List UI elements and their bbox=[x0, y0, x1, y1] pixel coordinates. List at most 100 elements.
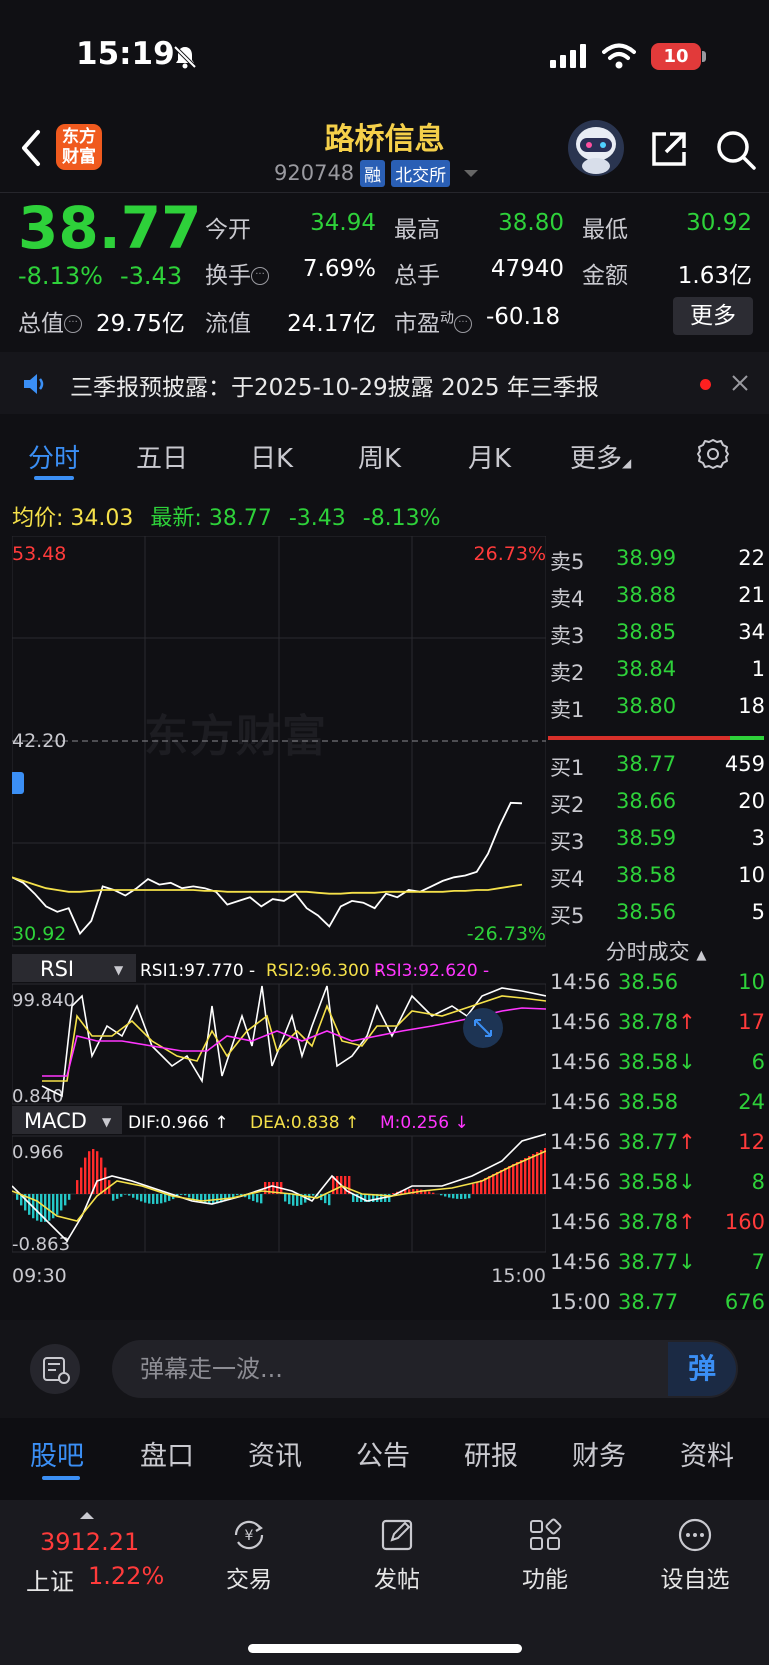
robot-assistant-icon[interactable] bbox=[566, 118, 626, 178]
macd-bar bbox=[100, 1157, 103, 1194]
trade-price: 38.78↑ bbox=[618, 1010, 696, 1034]
tab-guba[interactable]: 股吧 bbox=[30, 1434, 84, 1473]
tab-research[interactable]: 研报 bbox=[464, 1434, 518, 1473]
header-divider bbox=[0, 192, 769, 193]
tab-intraday[interactable]: 分时 bbox=[28, 438, 80, 475]
ask-row[interactable]: 卖2 38.84 1 bbox=[550, 657, 765, 687]
bid-row[interactable]: 买2 38.66 20 bbox=[550, 789, 765, 819]
tab-announcements[interactable]: 公告 bbox=[356, 1434, 410, 1473]
macd-bar bbox=[88, 1151, 91, 1194]
macd-bar bbox=[64, 1194, 67, 1206]
macd-bar bbox=[520, 1160, 523, 1194]
bid-price: 38.56 bbox=[616, 900, 677, 924]
tab-weekly-k[interactable]: 周K bbox=[358, 438, 401, 475]
trade-time: 14:56 bbox=[550, 970, 611, 994]
bid-row[interactable]: 买3 38.59 3 bbox=[550, 826, 765, 856]
trade-row: 14:56 38.77↑ 12 bbox=[550, 1130, 765, 1160]
arrow-up-icon: ↑ bbox=[678, 1010, 696, 1034]
bid-volume: 5 bbox=[751, 900, 765, 924]
nav-watchlist[interactable]: 设自选 bbox=[640, 1516, 750, 1594]
ask-row[interactable]: 卖1 38.80 18 bbox=[550, 694, 765, 724]
index-pct[interactable]: 1.22% bbox=[88, 1562, 164, 1590]
ask-price: 38.88 bbox=[616, 583, 677, 607]
gear-icon[interactable] bbox=[696, 437, 730, 471]
trades-title[interactable]: 分时成交 ▲ bbox=[548, 936, 764, 966]
trade-volume: 676 bbox=[724, 1290, 765, 1314]
bid-label: 买3 bbox=[550, 830, 585, 854]
index-name[interactable]: 上证 bbox=[26, 1562, 74, 1597]
bid-row[interactable]: 买4 38.58 10 bbox=[550, 863, 765, 893]
ask-row[interactable]: 卖3 38.85 34 bbox=[550, 620, 765, 650]
more-button[interactable]: 更多 bbox=[673, 297, 753, 335]
danmu-settings-icon[interactable] bbox=[30, 1344, 80, 1394]
trade-price: 38.77↑ bbox=[618, 1130, 696, 1154]
notice-text[interactable]: 三季报预披露：于2025-10-29披露 2025 年三季报 bbox=[70, 368, 599, 402]
danmu-button[interactable]: 弹 bbox=[668, 1342, 736, 1396]
intraday-chart[interactable]: 53.48 26.73% 42.20 30.92 -26.73% RSI ▼ R… bbox=[12, 536, 546, 1316]
macd-bar bbox=[184, 1194, 187, 1196]
chevron-down-icon[interactable] bbox=[464, 169, 479, 177]
trade-time: 14:56 bbox=[550, 1210, 611, 1234]
bid-row[interactable]: 买1 38.77 459 bbox=[550, 752, 765, 782]
macd-bar bbox=[328, 1194, 331, 1206]
tab-daily-k[interactable]: 日K bbox=[250, 438, 293, 475]
macd-bar bbox=[284, 1194, 287, 1202]
trade-volume: 160 bbox=[724, 1210, 765, 1234]
macd-bar bbox=[36, 1194, 39, 1221]
macd-bar bbox=[500, 1170, 503, 1194]
pct-top-label: 26.73% bbox=[474, 543, 546, 565]
bid-volume: 459 bbox=[724, 752, 765, 776]
bid-volume: 20 bbox=[738, 789, 765, 813]
macd-bar bbox=[112, 1194, 115, 1201]
home-indicator bbox=[248, 1644, 522, 1653]
nav-functions[interactable]: 功能 bbox=[490, 1516, 600, 1594]
tab-more[interactable]: 更多◢ bbox=[570, 438, 631, 475]
macd-bar bbox=[144, 1194, 147, 1203]
close-icon[interactable] bbox=[730, 373, 750, 393]
macd-bar bbox=[492, 1174, 495, 1194]
info-icon[interactable]: ··· bbox=[454, 315, 472, 333]
tab-five-day[interactable]: 五日 bbox=[136, 438, 188, 475]
tab-pankou[interactable]: 盘口 bbox=[140, 1434, 194, 1473]
low-value: 30.92 bbox=[686, 210, 752, 236]
danmu-input[interactable]: 弹幕走一波... bbox=[112, 1340, 738, 1398]
macd-bar bbox=[160, 1194, 163, 1204]
index-value[interactable]: 3912.21 bbox=[40, 1528, 139, 1556]
yen-exchange-icon: ¥ bbox=[234, 1520, 264, 1550]
trade-volume: 7 bbox=[751, 1250, 765, 1274]
search-icon[interactable] bbox=[714, 128, 758, 172]
info-icon[interactable]: ··· bbox=[64, 315, 82, 333]
wifi-icon bbox=[602, 43, 636, 69]
bid-volume: 3 bbox=[751, 826, 765, 850]
bid-row[interactable]: 买5 38.56 5 bbox=[550, 900, 765, 930]
share-icon[interactable] bbox=[648, 128, 690, 170]
nav-trade[interactable]: ¥ 交易 bbox=[194, 1516, 304, 1594]
macd-bar bbox=[464, 1194, 467, 1199]
macd-bar bbox=[148, 1194, 151, 1204]
trade-row: 14:56 38.56 10 bbox=[550, 970, 765, 1000]
tab-finance[interactable]: 财务 bbox=[572, 1434, 626, 1473]
ask-row[interactable]: 卖4 38.88 21 bbox=[550, 583, 765, 613]
macd-bottom-label: -0.863 bbox=[12, 1234, 70, 1255]
order-book-ratio-bar-green bbox=[730, 736, 764, 740]
bid-label: 买5 bbox=[550, 904, 585, 928]
macd-bar bbox=[428, 1191, 431, 1194]
trade-row: 14:56 38.78↑ 160 bbox=[550, 1210, 765, 1240]
grid-icon bbox=[530, 1518, 562, 1550]
tab-profile[interactable]: 资料 bbox=[680, 1434, 734, 1473]
macd-bar bbox=[208, 1194, 211, 1204]
ask-price: 38.85 bbox=[616, 620, 677, 644]
ask-row[interactable]: 卖5 38.99 22 bbox=[550, 546, 765, 576]
nav-post[interactable]: 发帖 bbox=[342, 1516, 452, 1594]
macd-bar bbox=[128, 1194, 131, 1196]
tab-news[interactable]: 资讯 bbox=[248, 1434, 302, 1473]
macd-bar bbox=[532, 1154, 535, 1194]
macd-bar bbox=[132, 1194, 135, 1198]
tab-monthly-k[interactable]: 月K bbox=[468, 438, 511, 475]
unread-dot bbox=[700, 379, 711, 390]
macd-bar bbox=[76, 1180, 79, 1194]
info-icon[interactable]: ··· bbox=[251, 267, 269, 285]
bell-muted-icon bbox=[173, 45, 197, 69]
stock-code-row[interactable]: 920748 融 北交所 bbox=[274, 158, 479, 188]
trade-price: 38.58 bbox=[618, 1090, 679, 1114]
